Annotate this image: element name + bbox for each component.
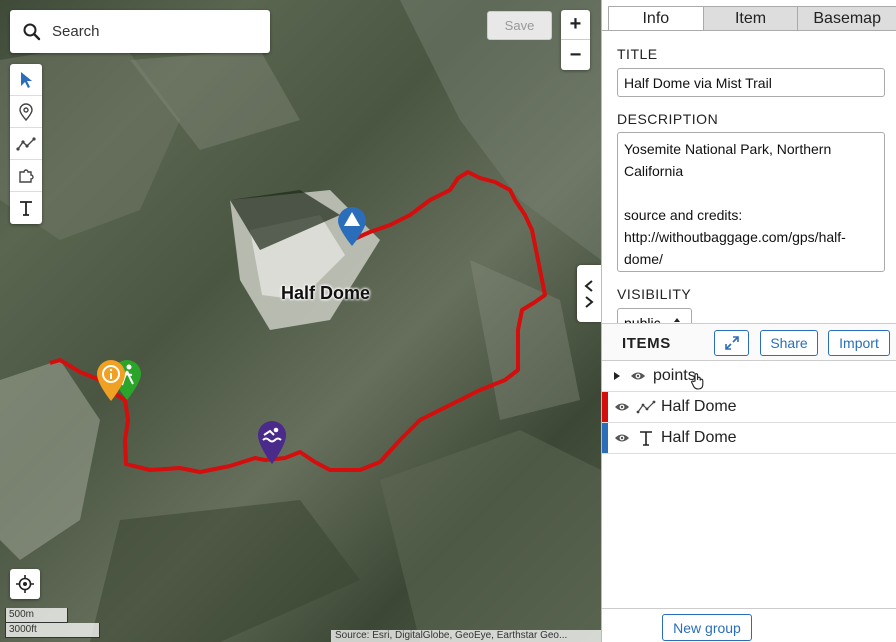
list-item-label: Half Dome	[661, 429, 737, 446]
sidebar-footer: New group	[602, 608, 896, 642]
tab-basemap[interactable]: Basemap	[797, 6, 896, 30]
info-panel: TITLE Half Dome via Mist Trail DESCRIPTI…	[602, 31, 896, 323]
chevron-left-icon	[584, 279, 593, 292]
description-label: DESCRIPTION	[617, 111, 719, 127]
title-field[interactable]: Half Dome via Mist Trail	[617, 68, 885, 97]
color-bar	[602, 392, 608, 422]
pin-icon	[19, 102, 33, 121]
polygon-tool[interactable]	[10, 160, 42, 192]
items-list: points Half Dome Half Dome	[602, 361, 896, 454]
import-button[interactable]: Import	[828, 330, 890, 356]
visibility-select[interactable]: public	[617, 308, 692, 323]
tab-info[interactable]: Info	[608, 6, 704, 31]
panel-toggle[interactable]	[577, 265, 601, 322]
text-tool[interactable]	[10, 192, 42, 224]
sidebar: Info Item Basemap TITLE Half Dome via Mi…	[601, 0, 896, 642]
list-item-line[interactable]: Half Dome	[602, 392, 896, 423]
drawing-toolbar	[10, 64, 42, 224]
tab-item[interactable]: Item	[702, 6, 799, 30]
triangle-marker[interactable]	[336, 205, 368, 247]
line-icon	[636, 400, 656, 414]
zoom-control: + −	[561, 10, 590, 70]
map[interactable]: Half Dome Save + − 500m 3000ft	[0, 0, 601, 642]
visibility-label: VISIBILITY	[617, 286, 692, 302]
list-item-label: Half Dome	[661, 398, 737, 415]
swimmer-marker[interactable]	[256, 419, 288, 465]
caret-right-icon	[614, 372, 620, 380]
zoom-out-button[interactable]: −	[561, 40, 590, 70]
map-scale: 500m 3000ft	[5, 608, 100, 638]
scale-imperial: 3000ft	[5, 623, 100, 638]
items-title: ITEMS	[622, 335, 671, 352]
puzzle-icon	[19, 168, 34, 183]
color-bar	[602, 423, 608, 453]
eye-icon	[631, 372, 645, 380]
eye-icon	[615, 434, 629, 442]
description-field[interactable]: Yosemite National Park, Northern Califor…	[617, 132, 885, 272]
items-header: ITEMS Share Import	[602, 323, 896, 361]
scale-metric: 500m	[5, 608, 68, 623]
search-input[interactable]	[52, 23, 252, 40]
map-place-label: Half Dome	[281, 283, 371, 303]
expand-button[interactable]	[714, 330, 749, 356]
pin-tool[interactable]	[10, 96, 42, 128]
pointer-tool[interactable]	[10, 64, 42, 96]
locate-button[interactable]	[10, 569, 40, 599]
hand-cursor-icon	[690, 373, 704, 390]
search-icon	[22, 22, 42, 42]
visibility-value: public	[624, 315, 661, 323]
line-icon	[16, 136, 36, 151]
eye-icon	[615, 403, 629, 411]
zoom-in-button[interactable]: +	[561, 10, 590, 40]
list-item-text[interactable]: Half Dome	[602, 423, 896, 454]
pointer-icon	[21, 71, 32, 88]
text-icon	[640, 431, 652, 446]
chevron-right-icon	[585, 295, 594, 308]
save-button[interactable]: Save	[487, 11, 552, 40]
crosshair-icon	[16, 575, 34, 593]
title-label: TITLE	[617, 46, 658, 62]
map-attribution: Source: Esri, DigitalGlobe, GeoEye, Eart…	[331, 630, 601, 642]
expand-icon	[724, 336, 739, 350]
new-group-button[interactable]: New group	[662, 614, 752, 641]
line-tool[interactable]	[10, 128, 42, 160]
map-imagery	[0, 0, 601, 642]
share-button[interactable]: Share	[760, 330, 818, 356]
search-bar[interactable]	[10, 10, 270, 53]
sidebar-tabs: Info Item Basemap	[608, 6, 896, 31]
info-marker[interactable]	[95, 358, 127, 402]
text-icon	[20, 201, 32, 216]
list-item-group[interactable]: points	[602, 361, 896, 392]
